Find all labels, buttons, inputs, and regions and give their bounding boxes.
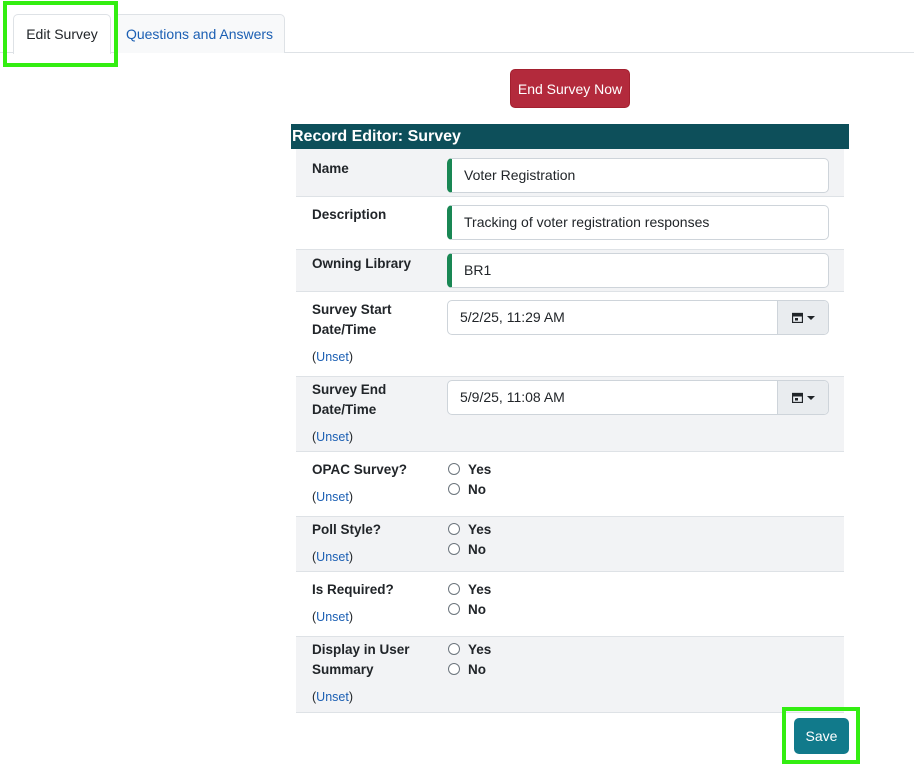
survey-start-unset-link[interactable]: Unset [316, 350, 349, 364]
poll-style-label: Poll Style? [312, 520, 381, 540]
tab-questions-and-answers-label: Questions and Answers [126, 26, 273, 42]
survey-start-label-line2: Date/Time [312, 320, 376, 340]
survey-start-value: 5/2/25, 11:29 AM [460, 301, 565, 334]
survey-end-calendar-button[interactable] [777, 381, 828, 414]
opac-survey-no-option[interactable]: No [448, 480, 486, 498]
owning-library-input[interactable]: BR1 [447, 253, 829, 288]
save-button[interactable]: Save [794, 718, 849, 754]
field-row-display-in-user-summary: Display in User Summary (Unset) Yes No [296, 637, 844, 713]
survey-end-label-line2: Date/Time [312, 400, 376, 420]
opac-survey-label: OPAC Survey? [312, 460, 407, 480]
field-row-name: Name Voter Registration [296, 149, 844, 197]
field-row-survey-start: Survey Start Date/Time (Unset) 5/2/25, 1… [296, 292, 844, 377]
is-required-yes-radio[interactable] [448, 583, 460, 595]
display-summary-no-label: No [468, 662, 486, 677]
field-row-is-required: Is Required? (Unset) Yes No [296, 572, 844, 637]
survey-start-label-line1: Survey Start [312, 300, 392, 320]
opac-survey-yes-radio[interactable] [448, 463, 460, 475]
is-required-label: Is Required? [312, 580, 394, 600]
owning-library-label: Owning Library [312, 254, 411, 274]
tab-bar: Edit Survey Questions and Answers [0, 0, 914, 53]
is-required-no-radio[interactable] [448, 603, 460, 615]
description-label: Description [312, 205, 386, 225]
display-summary-yes-option[interactable]: Yes [448, 640, 491, 658]
description-input[interactable]: Tracking of voter registration responses [447, 205, 829, 240]
field-row-survey-end: Survey End Date/Time (Unset) 5/9/25, 11:… [296, 377, 844, 452]
display-summary-no-option[interactable]: No [448, 660, 486, 678]
field-row-poll-style: Poll Style? (Unset) Yes No [296, 517, 844, 572]
poll-style-no-label: No [468, 542, 486, 557]
display-summary-label-line1: Display in User [312, 640, 410, 660]
poll-style-yes-option[interactable]: Yes [448, 520, 491, 538]
is-required-unset: (Unset) [312, 610, 353, 624]
is-required-no-label: No [468, 602, 486, 617]
calendar-icon [792, 392, 803, 403]
opac-survey-unset: (Unset) [312, 490, 353, 504]
survey-start-calendar-button[interactable] [777, 301, 828, 334]
display-summary-no-radio[interactable] [448, 663, 460, 675]
poll-style-no-option[interactable]: No [448, 540, 486, 558]
chevron-down-icon [807, 396, 815, 400]
poll-style-yes-radio[interactable] [448, 523, 460, 535]
name-label: Name [312, 159, 349, 179]
survey-end-unset: (Unset) [312, 430, 353, 444]
display-summary-yes-label: Yes [468, 642, 491, 657]
calendar-icon [792, 312, 803, 323]
is-required-unset-link[interactable]: Unset [316, 610, 349, 624]
field-row-owning-library: Owning Library BR1 [296, 250, 844, 292]
survey-end-datetime-input[interactable]: 5/9/25, 11:08 AM [447, 380, 829, 415]
survey-start-unset: (Unset) [312, 350, 353, 364]
opac-survey-no-radio[interactable] [448, 483, 460, 495]
display-summary-label-line2: Summary [312, 660, 374, 680]
is-required-yes-label: Yes [468, 582, 491, 597]
opac-survey-no-label: No [468, 482, 486, 497]
tab-questions-and-answers[interactable]: Questions and Answers [114, 14, 285, 53]
is-required-yes-option[interactable]: Yes [448, 580, 491, 598]
chevron-down-icon [807, 316, 815, 320]
survey-end-value: 5/9/25, 11:08 AM [460, 381, 565, 414]
poll-style-unset-link[interactable]: Unset [316, 550, 349, 564]
end-survey-now-button[interactable]: End Survey Now [510, 69, 630, 108]
display-summary-yes-radio[interactable] [448, 643, 460, 655]
display-summary-unset-link[interactable]: Unset [316, 690, 349, 704]
field-row-description: Description Tracking of voter registrati… [296, 197, 844, 250]
poll-style-unset: (Unset) [312, 550, 353, 564]
survey-end-unset-link[interactable]: Unset [316, 430, 349, 444]
record-editor-title: Record Editor: Survey [291, 124, 849, 149]
opac-survey-yes-label: Yes [468, 462, 491, 477]
survey-end-label-line1: Survey End [312, 380, 386, 400]
display-summary-unset: (Unset) [312, 690, 353, 704]
is-required-no-option[interactable]: No [448, 600, 486, 618]
tab-edit-survey[interactable]: Edit Survey [13, 14, 111, 54]
poll-style-yes-label: Yes [468, 522, 491, 537]
survey-start-datetime-input[interactable]: 5/2/25, 11:29 AM [447, 300, 829, 335]
name-input[interactable]: Voter Registration [447, 158, 829, 193]
field-row-opac-survey: OPAC Survey? (Unset) Yes No [296, 452, 844, 517]
opac-survey-yes-option[interactable]: Yes [448, 460, 491, 478]
opac-survey-unset-link[interactable]: Unset [316, 490, 349, 504]
poll-style-no-radio[interactable] [448, 543, 460, 555]
